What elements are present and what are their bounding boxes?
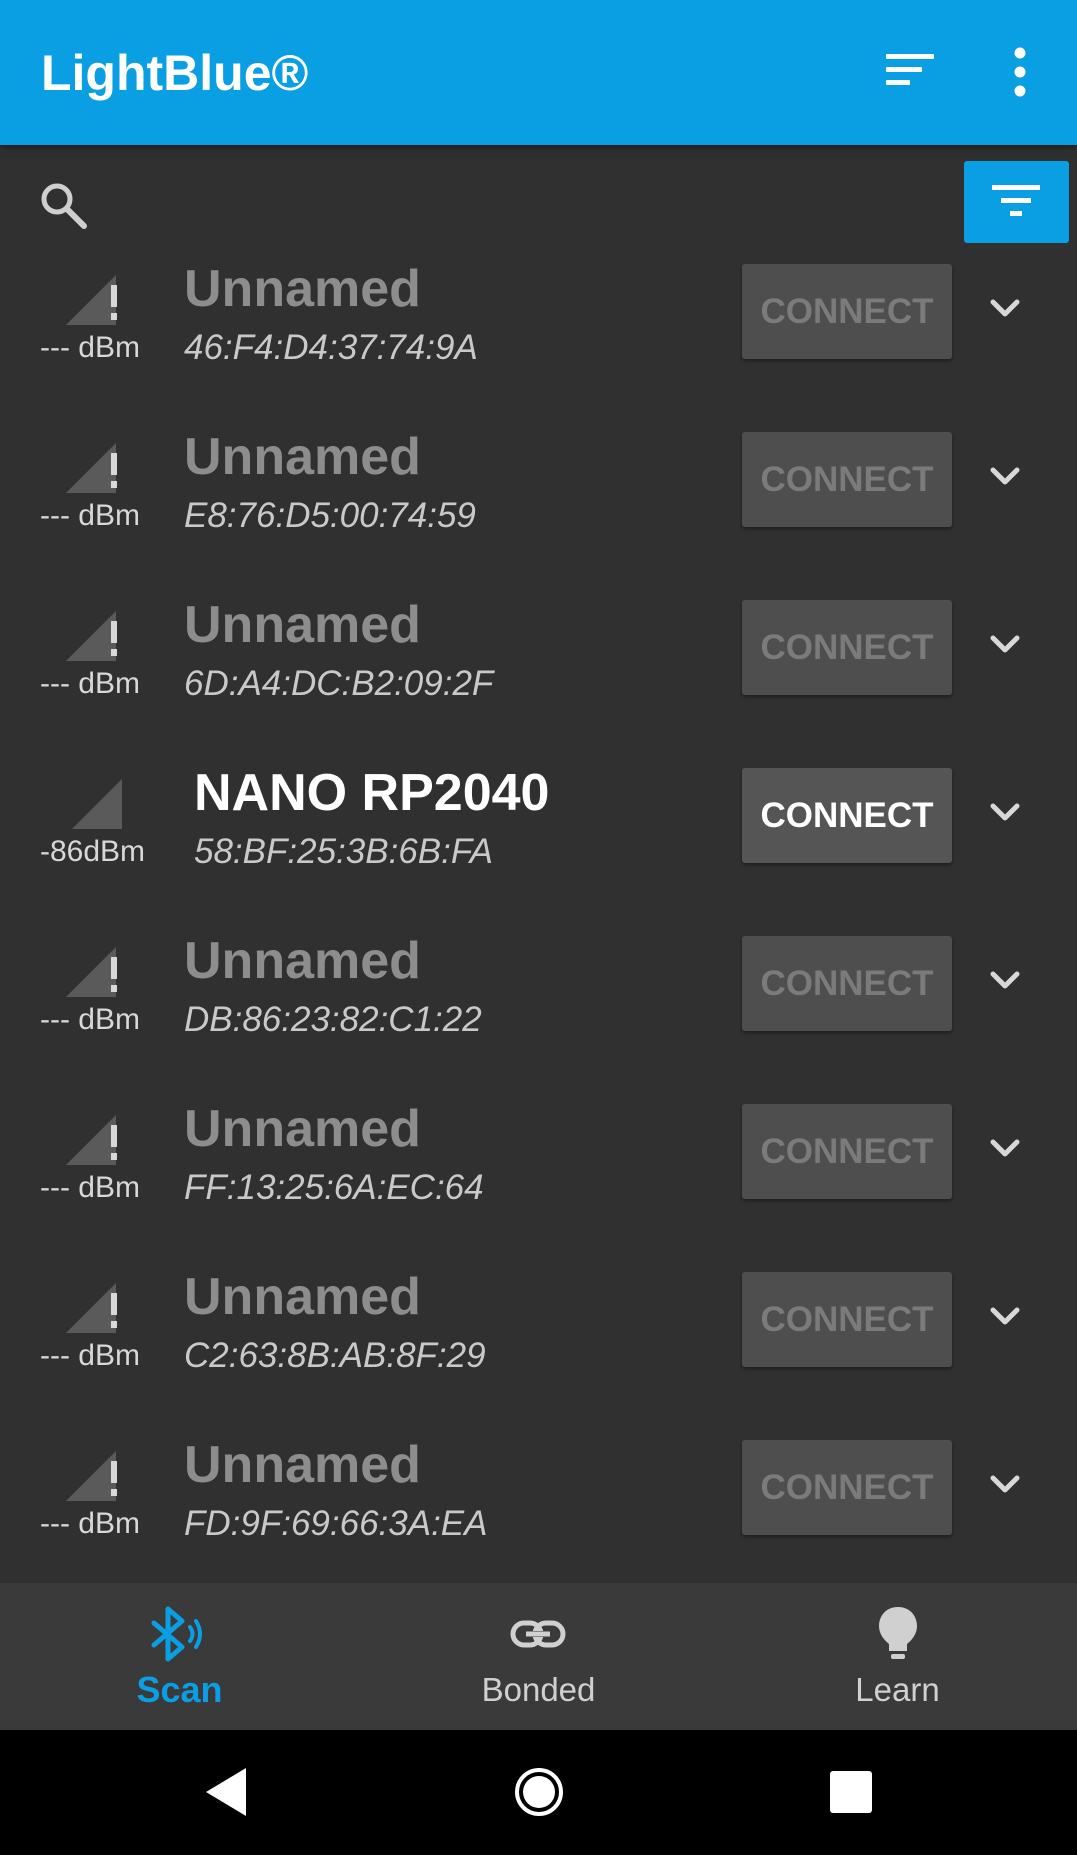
chevron-down-icon[interactable] (985, 1465, 1025, 1505)
connect-button[interactable]: CONNECT (742, 1104, 952, 1199)
home-icon[interactable] (499, 1752, 579, 1832)
device-name: Unnamed (184, 1436, 421, 1494)
system-navigation-bar (0, 1730, 1077, 1855)
signal-icon (60, 1105, 124, 1173)
tab-bonded-label: Bonded (481, 1671, 596, 1708)
search-bar (0, 145, 1077, 255)
recents-icon[interactable] (811, 1752, 891, 1832)
device-name: Unnamed (184, 1268, 421, 1326)
tab-bonded[interactable]: Bonded (359, 1583, 718, 1730)
device-name: Unnamed (184, 428, 421, 486)
tab-scan-label: Scan (136, 1669, 223, 1710)
chevron-down-icon[interactable] (985, 1297, 1025, 1337)
device-row[interactable]: --- dBm Unnamed E8:76:D5:00:74:59 CONNECT (0, 421, 1077, 589)
device-name: Unnamed (184, 260, 421, 318)
chevron-down-icon[interactable] (985, 457, 1025, 497)
device-row[interactable]: --- dBm Unnamed FD:9F:69:66:3A:EA CONNECT (0, 1429, 1077, 1597)
rssi-label: --- dBm (40, 499, 140, 532)
lightbulb-icon (718, 1603, 1077, 1665)
device-address: 58:BF:25:3B:6B:FA (194, 832, 493, 871)
chevron-down-icon[interactable] (985, 793, 1025, 833)
back-icon[interactable] (186, 1752, 266, 1832)
device-address: C2:63:8B:AB:8F:29 (184, 1336, 486, 1375)
connect-button[interactable]: CONNECT (742, 1272, 952, 1367)
device-address: 46:F4:D4:37:74:9A (184, 328, 478, 367)
app-bar: LightBlue® (0, 0, 1077, 145)
signal-icon (60, 601, 124, 669)
device-address: DB:86:23:82:C1:22 (184, 1000, 482, 1039)
more-vert-icon[interactable] (1000, 44, 1040, 102)
sort-icon[interactable] (880, 50, 940, 96)
device-row[interactable]: --- dBm Unnamed FF:13:25:6A:EC:64 CONNECT (0, 1093, 1077, 1261)
device-address: FF:13:25:6A:EC:64 (184, 1168, 484, 1207)
device-name: NANO RP2040 (194, 764, 550, 822)
connect-button[interactable]: CONNECT (742, 768, 952, 863)
tab-scan[interactable]: Scan (0, 1583, 359, 1730)
connect-button[interactable]: CONNECT (742, 1440, 952, 1535)
signal-icon (60, 937, 124, 1005)
connect-button[interactable]: CONNECT (742, 432, 952, 527)
device-row[interactable]: -86dBm NANO RP2040 58:BF:25:3B:6B:FA CONNEC… (0, 757, 1077, 925)
device-row[interactable]: --- dBm Unnamed C2:63:8B:AB:8F:29 CONNECT (0, 1261, 1077, 1429)
rssi-label: --- dBm (40, 1339, 140, 1372)
bottom-navigation: Scan Bonded Learn (0, 1583, 1077, 1730)
connect-button[interactable]: CONNECT (742, 600, 952, 695)
signal-icon (60, 265, 124, 333)
chevron-down-icon[interactable] (985, 289, 1025, 329)
app-title: LightBlue® (41, 45, 309, 101)
device-address: 6D:A4:DC:B2:09:2F (184, 664, 494, 703)
link-icon (359, 1603, 718, 1665)
rssi-label: --- dBm (40, 331, 140, 364)
filter-icon (992, 185, 1040, 216)
signal-icon (60, 1441, 124, 1509)
search-icon[interactable] (36, 178, 92, 234)
signal-icon (60, 433, 124, 501)
tab-learn[interactable]: Learn (718, 1583, 1077, 1730)
device-name: Unnamed (184, 596, 421, 654)
tab-learn-label: Learn (855, 1671, 940, 1708)
device-name: Unnamed (184, 932, 421, 990)
rssi-label: --- dBm (40, 1507, 140, 1540)
chevron-down-icon[interactable] (985, 961, 1025, 1001)
device-address: E8:76:D5:00:74:59 (184, 496, 476, 535)
device-address: FD:9F:69:66:3A:EA (184, 1504, 488, 1543)
filter-button[interactable] (964, 161, 1069, 243)
signal-icon (60, 769, 124, 837)
bluetooth-searching-icon (0, 1603, 359, 1665)
device-row[interactable]: --- dBm Unnamed 46:F4:D4:37:74:9A CONNECT (0, 253, 1077, 421)
rssi-label: --- dBm (40, 1171, 140, 1204)
device-row[interactable]: --- dBm Unnamed DB:86:23:82:C1:22 CONNECT (0, 925, 1077, 1093)
device-row[interactable]: --- dBm Unnamed 6D:A4:DC:B2:09:2F CONNECT (0, 589, 1077, 757)
connect-button[interactable]: CONNECT (742, 936, 952, 1031)
chevron-down-icon[interactable] (985, 625, 1025, 665)
rssi-label: --- dBm (40, 1003, 140, 1036)
rssi-label: -86dBm (40, 835, 146, 868)
rssi-label: --- dBm (40, 667, 140, 700)
device-name: Unnamed (184, 1100, 421, 1158)
signal-icon (60, 1273, 124, 1341)
connect-button[interactable]: CONNECT (742, 264, 952, 359)
chevron-down-icon[interactable] (985, 1129, 1025, 1169)
